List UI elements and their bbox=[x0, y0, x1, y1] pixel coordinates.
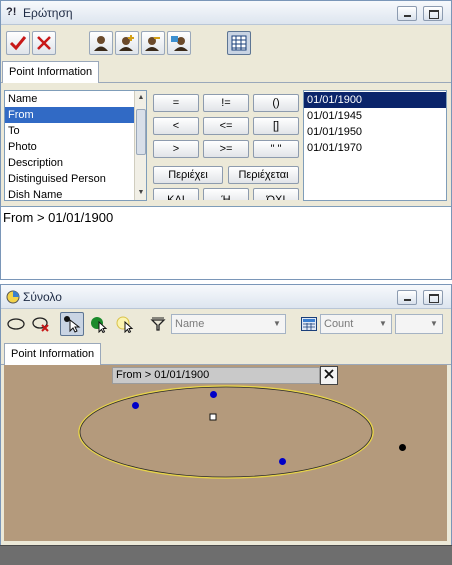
set-tab-point-information[interactable]: Point Information bbox=[4, 343, 102, 365]
green-pointer-tool[interactable] bbox=[87, 312, 111, 336]
logic-button-row: ΚΑΙ Ή ΌΧΙ bbox=[153, 188, 299, 200]
status-bar bbox=[0, 545, 452, 565]
less-than-button[interactable]: < bbox=[153, 117, 199, 135]
ellipse-handle[interactable] bbox=[209, 413, 217, 421]
field-list-item[interactable]: Distinguised Person bbox=[5, 171, 146, 187]
table-icon bbox=[231, 35, 247, 51]
brackets-button[interactable]: [] bbox=[253, 117, 299, 135]
or-button[interactable]: Ή bbox=[203, 188, 249, 200]
field-list-item[interactable]: Name bbox=[5, 91, 146, 107]
field-list-item[interactable]: Dish Name bbox=[5, 187, 146, 200]
pointer-green-icon bbox=[91, 317, 108, 334]
query-window-title: Ερώτηση bbox=[23, 6, 73, 20]
value-list-item[interactable]: 01/01/1950 bbox=[304, 124, 446, 140]
filter-tool[interactable] bbox=[146, 312, 170, 336]
value-list-item[interactable]: 01/01/1900 bbox=[304, 92, 446, 108]
yellow-pointer-tool[interactable] bbox=[113, 312, 137, 336]
query-title-icon: ?! bbox=[6, 6, 17, 18]
set-maximize-button[interactable] bbox=[423, 290, 443, 305]
parentheses-button[interactable]: () bbox=[253, 94, 299, 112]
calculator-icon bbox=[301, 317, 317, 331]
and-button[interactable]: ΚΑΙ bbox=[153, 188, 199, 200]
scroll-thumb[interactable] bbox=[136, 109, 146, 155]
field-list-item[interactable]: Photo bbox=[5, 139, 146, 155]
data-point[interactable] bbox=[210, 391, 217, 398]
select-pointer-tool[interactable] bbox=[60, 312, 84, 336]
set-ellipse[interactable] bbox=[4, 365, 447, 541]
ellipse-delete-icon bbox=[32, 317, 49, 332]
person-edit-button[interactable] bbox=[167, 31, 191, 55]
person-remove-icon bbox=[145, 37, 160, 51]
field-list[interactable]: Name From To Photo Description Distinguised P… bbox=[4, 90, 147, 201]
name-combo[interactable]: Name ▼ bbox=[171, 314, 286, 334]
contains-button[interactable]: Περιέχει bbox=[153, 166, 223, 184]
equals-button[interactable]: = bbox=[153, 94, 199, 112]
scroll-up-icon[interactable]: ▲ bbox=[136, 93, 146, 103]
cross-icon bbox=[37, 36, 51, 50]
minimize-button[interactable] bbox=[397, 6, 417, 21]
greater-equal-button[interactable]: >= bbox=[203, 140, 249, 158]
maximize-button[interactable] bbox=[423, 6, 443, 21]
contained-button[interactable]: Περιέχεται bbox=[228, 166, 299, 184]
scroll-down-icon[interactable]: ▼ bbox=[136, 188, 146, 198]
chevron-down-icon[interactable]: ▼ bbox=[271, 315, 283, 333]
set-minimize-button[interactable] bbox=[397, 290, 417, 305]
calculator-tool[interactable] bbox=[297, 312, 321, 336]
value-list[interactable]: 01/01/1900 01/01/1945 01/01/1950 01/01/1970 bbox=[303, 90, 447, 201]
ellipse-tool[interactable] bbox=[4, 312, 28, 336]
person-add-icon bbox=[119, 35, 134, 51]
remove-ellipse-tool[interactable] bbox=[29, 312, 53, 336]
chevron-down-icon[interactable]: ▼ bbox=[428, 315, 440, 333]
confirm-button[interactable] bbox=[6, 31, 30, 55]
field-list-item[interactable]: Description bbox=[5, 155, 146, 171]
chevron-down-icon[interactable]: ▼ bbox=[377, 315, 389, 333]
person-button[interactable] bbox=[89, 31, 113, 55]
query-window-titlebar[interactable]: ?! Ερώτηση bbox=[1, 1, 451, 25]
count-combo-value: Count bbox=[324, 318, 354, 330]
expression-box[interactable]: From > 01/01/1900 bbox=[1, 206, 451, 279]
pointer-yellow-icon bbox=[116, 316, 134, 334]
person-icon bbox=[94, 36, 108, 51]
value-list-item[interactable]: 01/01/1945 bbox=[304, 108, 446, 124]
field-list-item[interactable]: From bbox=[5, 107, 146, 123]
query-window: ?! Ερώτηση Point Information Name From T… bbox=[0, 0, 452, 280]
person-add-button[interactable] bbox=[115, 31, 139, 55]
filter-icon bbox=[150, 317, 166, 331]
query-tab-strip: Point Information bbox=[1, 60, 451, 83]
field-list-scrollbar[interactable]: ▲ ▼ bbox=[134, 91, 146, 200]
field-list-item[interactable]: To bbox=[5, 123, 146, 139]
diagram-canvas[interactable]: From > 01/01/1900 bbox=[4, 365, 447, 541]
pie-chart-icon bbox=[6, 290, 20, 304]
set-window-titlebar[interactable]: Σύνολο bbox=[1, 285, 451, 309]
greater-than-button[interactable]: > bbox=[153, 140, 199, 158]
tab-point-information[interactable]: Point Information bbox=[2, 61, 100, 83]
ellipse-icon bbox=[7, 318, 25, 330]
set-tab-strip: Point Information bbox=[1, 341, 451, 365]
quotes-button[interactable]: " " bbox=[253, 140, 299, 158]
person-remove-button[interactable] bbox=[141, 31, 165, 55]
cancel-button[interactable] bbox=[32, 31, 56, 55]
person-edit-icon bbox=[171, 36, 188, 51]
name-combo-value: Name bbox=[175, 318, 205, 330]
pointer-point-icon bbox=[64, 316, 81, 333]
data-point[interactable] bbox=[279, 458, 286, 465]
check-icon bbox=[9, 36, 27, 51]
query-toolbar bbox=[1, 26, 451, 60]
count-combo[interactable]: Count ▼ bbox=[320, 314, 392, 334]
expression-text: From > 01/01/1900 bbox=[3, 210, 114, 225]
data-point[interactable] bbox=[399, 444, 406, 451]
data-point[interactable] bbox=[132, 402, 139, 409]
set-window-title: Σύνολο bbox=[23, 290, 62, 304]
set-toolbar: Name ▼ Count ▼ ▼ bbox=[1, 309, 451, 339]
value-list-item[interactable]: 01/01/1970 bbox=[304, 140, 446, 156]
less-equal-button[interactable]: <= bbox=[203, 117, 249, 135]
not-button[interactable]: ΌΧΙ bbox=[253, 188, 299, 200]
extra-combo[interactable]: ▼ bbox=[395, 314, 443, 334]
not-equals-button[interactable]: != bbox=[203, 94, 249, 112]
table-button[interactable] bbox=[227, 31, 251, 55]
